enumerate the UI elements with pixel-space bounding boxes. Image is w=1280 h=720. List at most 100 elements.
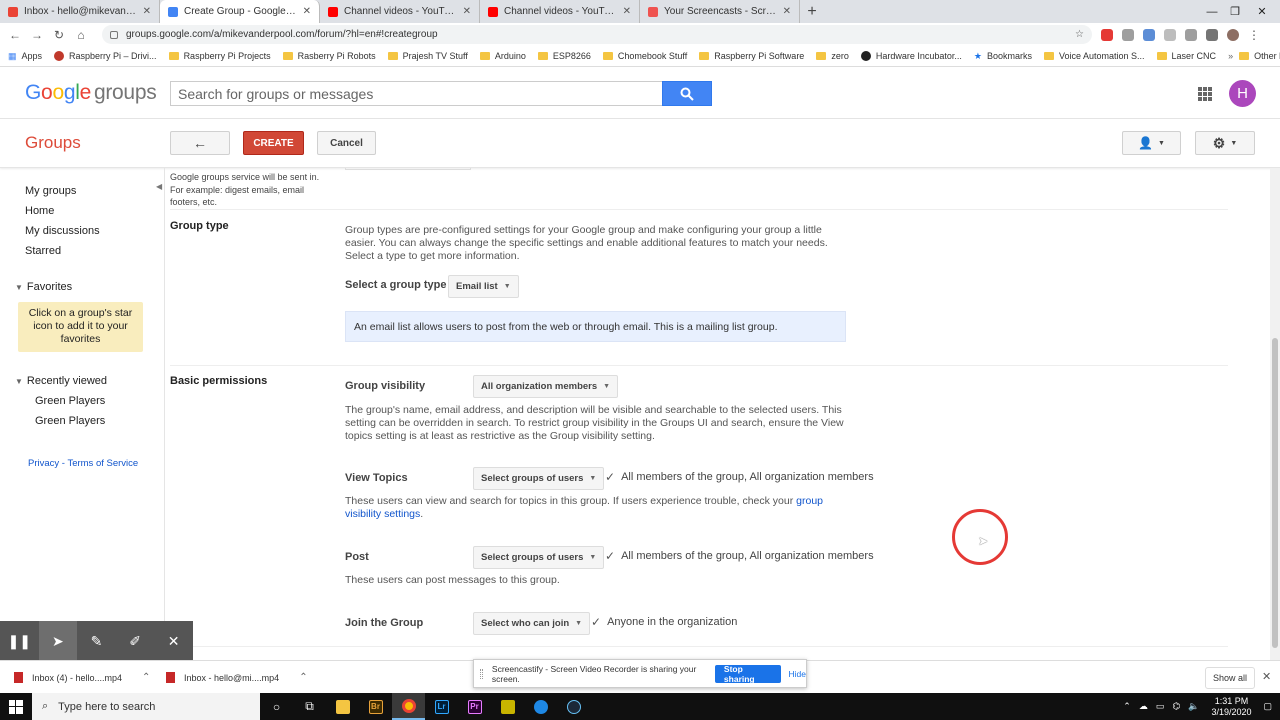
- clock[interactable]: 1:31 PM 3/19/2020: [1211, 696, 1251, 718]
- avatar[interactable]: H: [1229, 80, 1256, 107]
- bookmark-item[interactable]: Arduino: [479, 51, 526, 61]
- tab-screencastify[interactable]: Your Screencasts - Screencastify ✕: [640, 0, 800, 23]
- cloud-icon[interactable]: ☁: [1139, 701, 1148, 712]
- show-hidden-icons[interactable]: ⌃: [1123, 701, 1131, 712]
- post-dropdown[interactable]: Select groups of users ▼: [473, 546, 605, 569]
- collapse-sidebar-icon[interactable]: ◀: [156, 182, 162, 191]
- notifications-icon[interactable]: ▢: [1263, 701, 1272, 712]
- profile-icon[interactable]: [1227, 28, 1239, 41]
- google-apps-icon[interactable]: [1198, 87, 1212, 101]
- download-item[interactable]: Inbox (4) - hello....mp4 ⌃: [14, 661, 150, 694]
- group-type-dropdown[interactable]: Email list ▼: [448, 275, 519, 298]
- google-groups-logo[interactable]: Google groups: [25, 81, 157, 105]
- cortana-icon[interactable]: ○: [260, 693, 293, 720]
- bookmark-item[interactable]: Hardware Incubator...: [860, 51, 962, 61]
- search-input[interactable]: Search for groups or messages: [170, 81, 663, 106]
- terms-link[interactable]: Terms of Service: [67, 458, 138, 469]
- adblock-extension-icon[interactable]: [1101, 28, 1113, 41]
- close-tab-icon[interactable]: ✕: [623, 6, 631, 17]
- bookmark-item[interactable]: Laser CNC: [1156, 51, 1216, 61]
- tab-gmail-inbox[interactable]: Inbox - hello@mikevanderpool.c ✕: [0, 0, 160, 23]
- close-tab-icon[interactable]: ✕: [783, 6, 791, 17]
- sidebar-item-starred[interactable]: Starred: [25, 245, 61, 257]
- chevron-up-icon[interactable]: ⌃: [142, 672, 150, 683]
- scrollbar-thumb[interactable]: [1272, 338, 1278, 648]
- extension-icon[interactable]: [1122, 28, 1134, 41]
- bookmark-apps[interactable]: ▦ Apps: [8, 51, 42, 62]
- bookmark-item[interactable]: Voice Automation S...: [1043, 51, 1145, 61]
- volume-icon[interactable]: 🔈: [1188, 701, 1199, 712]
- cancel-button[interactable]: Cancel: [317, 131, 376, 155]
- reload-icon[interactable]: ↻: [48, 28, 70, 42]
- bookmark-item[interactable]: zero: [816, 51, 849, 61]
- premiere-icon[interactable]: Pr: [458, 693, 491, 720]
- chrome-icon[interactable]: [392, 693, 425, 720]
- bookmark-item[interactable]: Raspberry Pi – Drivi...: [54, 51, 157, 61]
- close-tab-icon[interactable]: ✕: [463, 6, 471, 17]
- bookmark-item[interactable]: Raspberry Pi Software: [699, 51, 804, 61]
- view-topics-dropdown[interactable]: Select groups of users ▼: [473, 467, 605, 490]
- tab-youtube-studio-1[interactable]: Channel videos - YouTube Studio ✕: [320, 0, 480, 23]
- pointer-tool-icon[interactable]: ➤: [38, 621, 78, 661]
- network-icon[interactable]: ⌬: [1172, 701, 1180, 712]
- sidebar-item-green-players[interactable]: Green Players: [35, 415, 105, 427]
- sidebar-item-home[interactable]: Home: [25, 205, 54, 217]
- favorites-section-toggle[interactable]: ▼ Favorites: [15, 281, 72, 293]
- download-item[interactable]: Inbox - hello@mi....mp4 ⌃: [166, 661, 308, 694]
- search-button[interactable]: [662, 81, 712, 106]
- close-icon[interactable]: ✕: [154, 621, 193, 661]
- bookmark-item[interactable]: Chomebook Stuff: [602, 51, 687, 61]
- menu-kebab-icon[interactable]: ⋮: [1243, 28, 1265, 42]
- drag-handle-icon[interactable]: [480, 668, 483, 679]
- bookmark-item[interactable]: Prajesh TV Stuff: [387, 51, 468, 61]
- task-view-icon[interactable]: ⧉: [293, 693, 326, 720]
- close-tab-icon[interactable]: ✕: [143, 6, 151, 17]
- battery-icon[interactable]: ▭: [1156, 701, 1165, 712]
- pause-icon[interactable]: ❚❚: [0, 621, 39, 661]
- file-explorer-icon[interactable]: [326, 693, 359, 720]
- recently-viewed-toggle[interactable]: ▼ Recently viewed: [15, 375, 107, 387]
- more-bookmarks-icon[interactable]: »: [1228, 51, 1233, 61]
- address-bar[interactable]: groups.google.com/a/mikevanderpool.com/f…: [102, 25, 1092, 44]
- extension-icon[interactable]: [1185, 28, 1197, 41]
- page-title[interactable]: Groups: [25, 133, 81, 153]
- vertical-scrollbar[interactable]: [1270, 168, 1280, 660]
- home-icon[interactable]: ⌂: [70, 28, 92, 42]
- bookmark-item[interactable]: Rasberry Pi Robots: [282, 51, 376, 61]
- privacy-link[interactable]: Privacy: [28, 458, 59, 469]
- bookmark-item[interactable]: ★ Bookmarks: [974, 51, 1032, 62]
- new-tab-button[interactable]: +: [800, 0, 824, 23]
- extension-icon[interactable]: [1206, 28, 1218, 41]
- member-settings-button[interactable]: 👤 ▼: [1122, 131, 1181, 155]
- lightroom-icon[interactable]: Lr: [425, 693, 458, 720]
- create-button[interactable]: CREATE: [243, 131, 304, 155]
- taskbar-search[interactable]: ⌕ Type here to search: [32, 693, 260, 720]
- close-tab-icon[interactable]: ✕: [303, 6, 311, 17]
- bookmark-star-icon[interactable]: ☆: [1075, 29, 1084, 40]
- tab-create-group[interactable]: Create Group - Google Groups ✕: [160, 0, 320, 23]
- chevron-up-icon[interactable]: ⌃: [299, 672, 307, 683]
- edge-icon[interactable]: [524, 693, 557, 720]
- sidebar-item-green-players[interactable]: Green Players: [35, 395, 105, 407]
- extension-icon[interactable]: [1164, 28, 1176, 41]
- bookmark-item[interactable]: ESP8266: [537, 51, 591, 61]
- steam-icon[interactable]: [557, 693, 590, 720]
- back-button[interactable]: ←: [170, 131, 230, 155]
- sidebar-item-my-groups[interactable]: My groups: [25, 185, 76, 197]
- other-bookmarks[interactable]: Other bookmarks: [1239, 51, 1280, 61]
- app-icon[interactable]: [491, 693, 524, 720]
- extension-icon[interactable]: [1143, 28, 1155, 41]
- join-group-dropdown[interactable]: Select who can join ▼: [473, 612, 591, 635]
- sidebar-item-my-discussions[interactable]: My discussions: [25, 225, 100, 237]
- back-icon[interactable]: ←: [4, 28, 26, 42]
- group-visibility-dropdown[interactable]: All organization members ▼: [473, 375, 619, 398]
- start-button[interactable]: [0, 693, 32, 720]
- stop-sharing-button[interactable]: Stop sharing: [714, 664, 781, 684]
- eraser-tool-icon[interactable]: ✐: [116, 621, 155, 661]
- bookmark-item[interactable]: Raspberry Pi Projects: [168, 51, 271, 61]
- pen-tool-icon[interactable]: ✎: [77, 621, 116, 661]
- forward-icon[interactable]: →: [26, 28, 48, 42]
- tab-youtube-studio-2[interactable]: Channel videos - YouTube Studio ✕: [480, 0, 640, 23]
- show-all-button[interactable]: Show all: [1205, 667, 1255, 689]
- close-downloads-icon[interactable]: ✕: [1262, 670, 1271, 683]
